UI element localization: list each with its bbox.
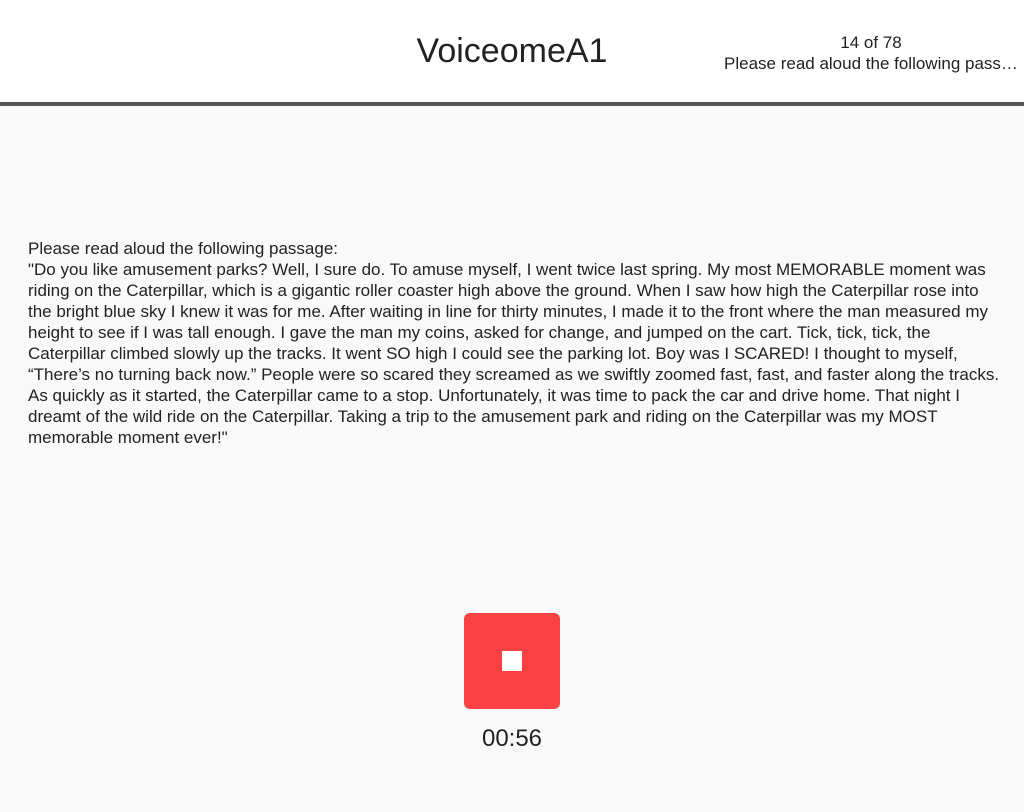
passage-text: "Do you like amusement parks? Well, I su… (28, 260, 1000, 447)
reading-passage: Please read aloud the following passage:… (28, 238, 1000, 448)
task-title-preview: Please read aloud the following passage: (724, 54, 1018, 73)
stop-recording-button[interactable] (464, 613, 560, 709)
stop-icon (502, 651, 522, 671)
progress-indicator: 14 of 78 Please read aloud the following… (724, 32, 1018, 74)
passage-instruction: Please read aloud the following passage: (28, 239, 338, 258)
recording-timer: 00:56 (481, 725, 543, 752)
header-bar: VoiceomeA1 14 of 78 Please read aloud th… (0, 0, 1024, 106)
progress-count: 14 of 78 (840, 33, 902, 52)
